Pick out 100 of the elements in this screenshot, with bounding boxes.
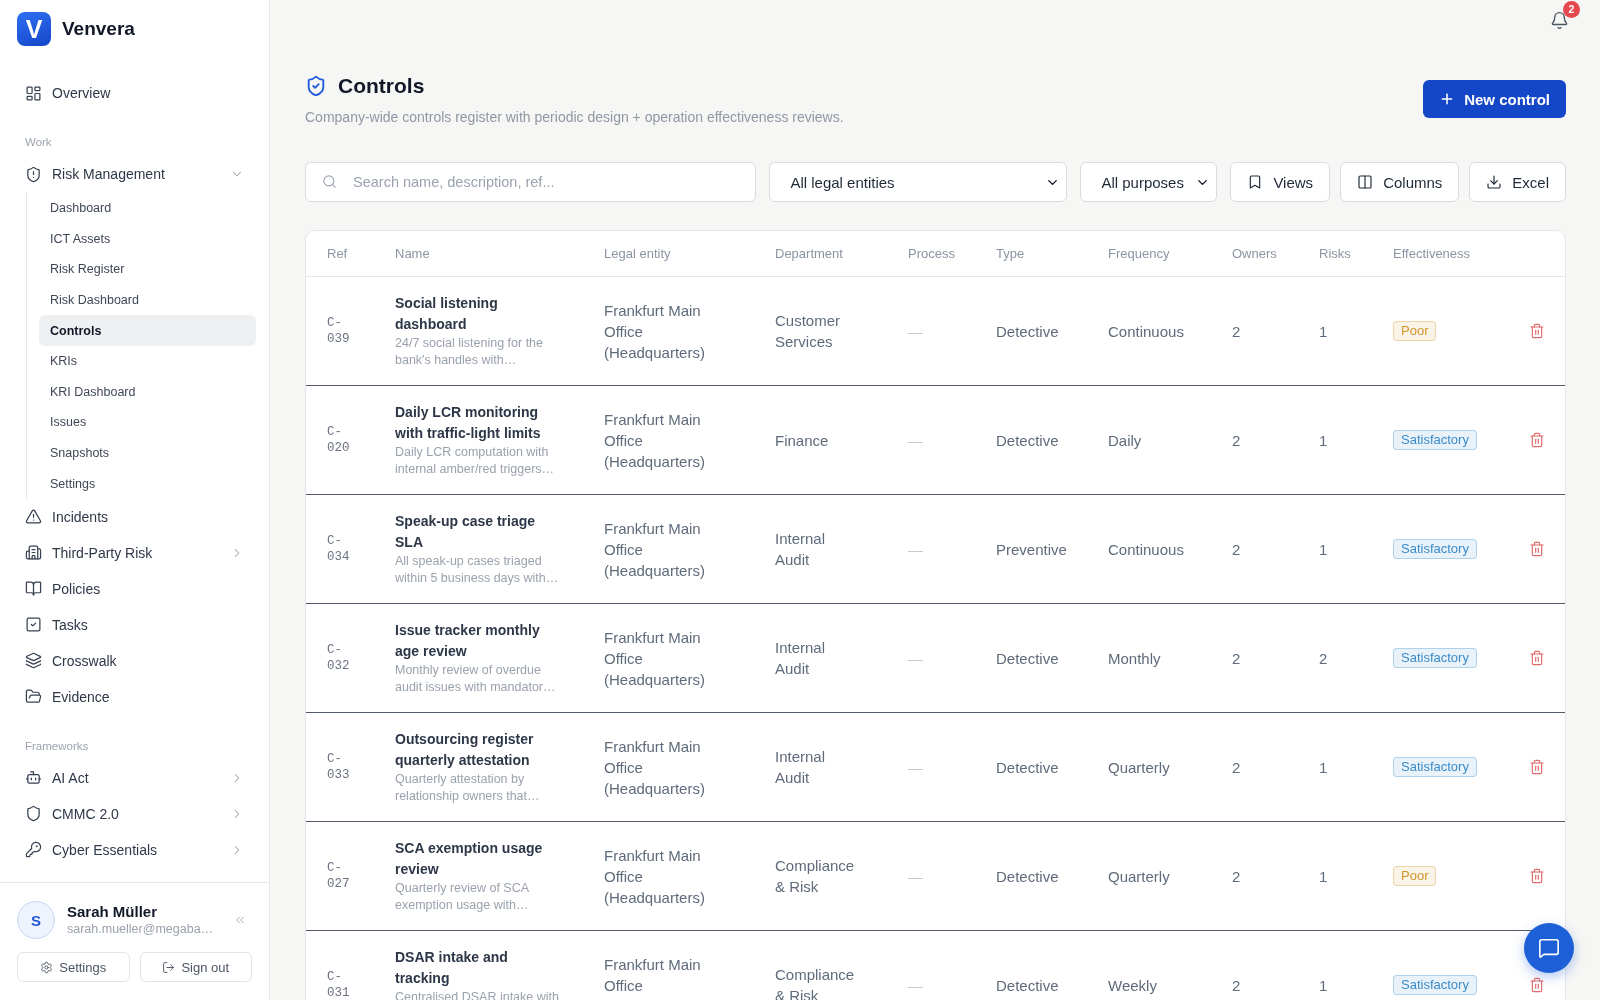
subnav-item[interactable]: Snapshots [39,437,256,469]
table-cell-text: 2 [1232,866,1241,887]
control-name: Social listening dashboard [395,294,499,334]
subnav-item[interactable]: KRI Dashboard [39,376,256,408]
robot-icon [25,769,42,787]
trash-icon[interactable] [1529,432,1545,448]
control-description: Monthly review of overdue audit issues with mandator… [395,662,557,696]
column-header: Department [775,246,843,261]
table-cell-text: C-027 [327,859,351,893]
layers-icon [25,652,42,670]
trash-icon[interactable] [1529,868,1545,884]
user-name: Sarah Müller [67,902,158,921]
subnav-item[interactable]: Settings [39,468,256,499]
control-name: DSAR intake and tracking [395,948,509,988]
trash-icon[interactable] [1529,759,1545,775]
table-cell-text: Daily [1108,430,1142,451]
column-header: Process [908,246,955,261]
table-cell-text: C-031 [327,968,351,1000]
filter-select[interactable]: All legal entities [769,162,1068,202]
table-cell-text: C-034 [327,532,351,566]
table-cell-text: Finance [775,430,829,451]
message-icon [1538,937,1560,959]
excel-button[interactable]: Excel [1469,162,1566,202]
nav-item[interactable]: Evidence [17,678,256,715]
table-cell-text: Detective [996,648,1059,669]
column-header: Owners [1232,246,1277,261]
sign-out-button[interactable]: Sign out [139,952,252,982]
trash-icon[interactable] [1529,541,1545,557]
nav-item[interactable]: Risk Management [17,156,256,192]
control-name: Daily LCR monitoring with traffic-light limits [395,403,542,443]
table-cell-text: 2 [1232,757,1241,778]
control-name: SCA exemption usage review [395,839,544,879]
table-cell-text: Frankfurt Main Office (Headquarters) [604,736,706,799]
nav-item[interactable]: Crosswalk [17,642,256,679]
control-description: Daily LCR computation with internal amber/red triggers… [395,444,556,478]
subnav-item[interactable]: ICT Assets [39,223,256,255]
trash-icon[interactable] [1529,977,1545,993]
shield-alert-icon [25,165,42,183]
nav-item[interactable]: Incidents [17,498,256,535]
table-cell-text: 2 [1232,321,1241,342]
views-button[interactable]: Views [1230,162,1331,202]
user-email: sarah.mueller@megaba… [67,921,214,938]
nav-item[interactable]: CMMC 2.0 [17,795,256,832]
table-cell-text: C-033 [327,750,351,784]
subnav-item[interactable]: Risk Register [39,254,256,285]
table-cell-text: 1 [1319,975,1328,996]
status-badge: Poor [1393,321,1437,341]
nav-item[interactable]: Policies [17,570,256,607]
dashboard-icon [25,84,42,102]
brand-name: Venvera [62,18,135,40]
search-field[interactable]: Search name, description, ref... [305,162,757,202]
columns-icon [1357,174,1374,190]
key-icon [25,841,42,859]
table-cell-text: Monthly [1108,648,1161,669]
new-control-button[interactable]: New control [1423,80,1566,118]
notification-badge: 2 [1563,0,1580,18]
control-name: Speak-up case triage SLA [395,512,537,552]
shield-icon [25,805,42,823]
table-cell-text: — [908,757,923,778]
bell-icon[interactable] [1550,10,1569,30]
trash-icon[interactable] [1529,650,1545,666]
nav-item[interactable]: Third-Party Risk [17,534,256,571]
page-title: Controls [338,73,425,99]
table-cell-text: Detective [996,430,1059,451]
table-cell-text: 1 [1319,430,1328,451]
nav-item[interactable]: AI Act [17,759,256,796]
trash-icon[interactable] [1529,323,1545,339]
search-icon [322,174,337,189]
table-cell-text: Continuous [1108,321,1184,342]
nav-item[interactable]: Cyber Essentials [17,831,256,868]
table-cell-text: Frankfurt Main Office (Headquarters) [604,300,706,363]
column-header: Ref [327,246,348,261]
filter-select[interactable]: All purposes [1080,162,1218,202]
table-cell-text: Weekly [1108,975,1157,996]
subnav-item[interactable]: Risk Dashboard [39,284,256,316]
subnav-item[interactable]: Controls [39,315,256,346]
nav-item[interactable]: Overview [17,75,256,111]
table-cell-text: Frankfurt Main Office [604,954,702,996]
checkbox-icon [25,616,42,634]
table-cell-text: — [908,321,923,342]
shield-check-icon [305,75,327,97]
app-logo: V [17,12,51,46]
settings-button[interactable]: Settings [17,952,130,982]
subnav-item[interactable]: KRIs [39,345,256,377]
table-cell-text: Frankfurt Main Office (Headquarters) [604,627,706,690]
table-cell-text: 1 [1319,539,1328,560]
nav-item[interactable]: Tasks [17,606,256,643]
status-badge: Satisfactory [1393,757,1477,777]
table-cell-text: Detective [996,975,1059,996]
control-description: Quarterly review of SCA exemption usage with… [395,880,530,914]
table-cell-text: 2 [1232,648,1241,669]
columns-button[interactable]: Columns [1340,162,1460,202]
table-cell-text: 2 [1319,648,1328,669]
control-description: All speak-up cases triaged within 5 business days with… [395,553,560,587]
control-name: Issue tracker monthly age review [395,621,541,661]
table-cell-text: Detective [996,757,1059,778]
subnav-item[interactable]: Dashboard [39,193,256,224]
subnav-item[interactable]: Issues [39,407,256,438]
table-cell-text: 2 [1232,430,1241,451]
table-cell-text: Internal Audit [775,747,827,788]
